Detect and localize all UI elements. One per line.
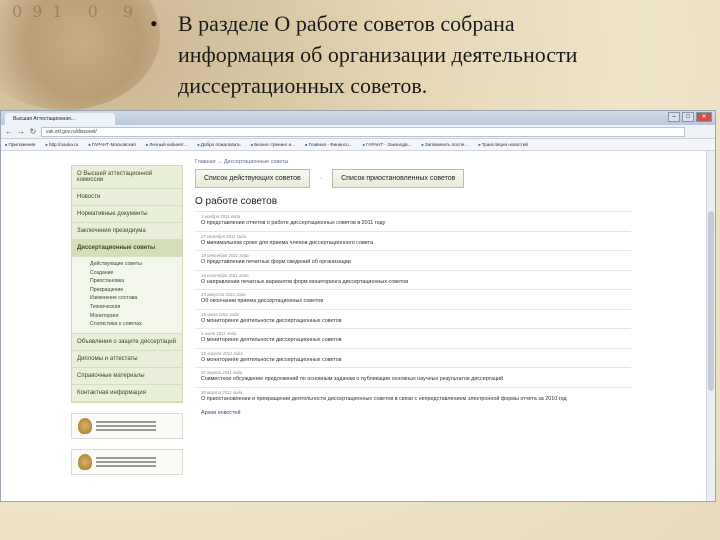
browser-tab[interactable]: Высшая Аттестационная... [5, 113, 115, 125]
bookmark-item[interactable]: ГАРАНТ - Законода... [363, 142, 411, 147]
address-bar[interactable]: vak.ed.gov.ru/dissovet/ [41, 126, 685, 137]
sidebar-subitem[interactable]: Статистика о советах [90, 320, 182, 329]
sidebar-item-contacts[interactable]: Контактная информация [72, 385, 182, 402]
tab-active-councils[interactable]: Список действующих советов [195, 169, 310, 188]
close-icon[interactable]: ✕ [696, 112, 712, 122]
slide-line-2: информация об организации деятельности [178, 42, 578, 67]
news-title-link[interactable]: О представлении отчетов о работе диссерт… [201, 220, 631, 228]
bookmarks-bar: Приложения http://nauka.ru ГАРАНТ-Москов… [1, 139, 715, 151]
site-content: О Высшей аттестационной комиссии Новости… [71, 155, 631, 501]
emblem-icon [78, 417, 92, 434]
background-clock-numbers: 091 0 9 [12, 2, 144, 21]
bookmark-item[interactable]: Добро пожаловать [197, 142, 241, 147]
news-title-link[interactable]: О мониторинге деятельности диссертационн… [201, 318, 631, 326]
sidebar-item-references[interactable]: Справочные материалы [72, 368, 182, 385]
sidebar-subitem[interactable]: Приостановка [90, 277, 182, 286]
sidebar-item-councils[interactable]: Диссертационные советы [72, 240, 182, 257]
ministry-logo[interactable] [71, 412, 183, 439]
reload-icon[interactable]: ↻ [29, 127, 37, 136]
bookmark-item[interactable]: Личный кабинет... [146, 142, 187, 147]
news-item: 15 августа 2011 года Об окончании приема … [195, 289, 631, 309]
news-title-link[interactable]: Совместное обсуждение предложений по осн… [201, 376, 631, 384]
news-title-link[interactable]: О приостановлении и прекращении деятельн… [201, 396, 631, 404]
news-item: 30 марта 2011 года О приостановлении и пр… [195, 386, 631, 407]
slide-line-1: В разделе О работе советов собрана [178, 11, 515, 36]
sidebar-submenu: Действующие советы Создание Приостановка… [72, 257, 182, 334]
news-title-link[interactable]: О мониторинге деятельности диссертационн… [201, 337, 631, 345]
sidebar: О Высшей аттестационной комиссии Новости… [71, 165, 183, 495]
emblem-icon [78, 453, 92, 470]
news-item: 15 сентября 2011 года О направлении печат… [195, 269, 631, 290]
sidebar-item-diplomas[interactable]: Дипломы и аттестаты [72, 351, 182, 368]
sidebar-item-documents[interactable]: Нормативные документы [72, 206, 182, 223]
main-content: Главная → Диссертационные советы Список … [195, 155, 631, 416]
news-item: 27 октября 2011 года О минимальном сроке … [195, 230, 631, 251]
news-title-link[interactable]: О мониторинге деятельности диссертационн… [201, 357, 631, 365]
tab-suspended-councils[interactable]: Список приостановленных советов [332, 169, 465, 188]
bookmark-item[interactable]: Бизнес-тренинг и... [251, 142, 295, 147]
back-icon[interactable]: ← [5, 127, 13, 136]
news-title-link[interactable]: О представлении печатных форм сведений о… [201, 259, 631, 267]
council-tabs: Список действующих советов · Список прио… [195, 169, 631, 188]
news-item: 15 апреля 2011 года О мониторинге деятель… [195, 347, 631, 368]
browser-window: Высшая Аттестационная... – □ ✕ ← → ↻ vak… [0, 110, 716, 502]
sidebar-item-about[interactable]: О Высшей аттестационной комиссии [72, 166, 182, 189]
bookmark-item[interactable]: Трансляция новостей [478, 142, 528, 147]
bookmark-item[interactable]: http://nauka.ru [45, 142, 78, 147]
minimize-icon[interactable]: – [668, 112, 680, 122]
partner-logo[interactable] [71, 448, 183, 475]
window-controls: – □ ✕ [668, 112, 712, 122]
tab-separator: · [319, 175, 323, 182]
sidebar-subitem[interactable]: Мониторинг [90, 312, 182, 321]
bullet-icon: • [150, 11, 158, 36]
news-title-link[interactable]: Об окончании приема диссертационных сове… [201, 298, 631, 306]
sidebar-item-conclusions[interactable]: Заключения президиума [72, 223, 182, 240]
sidebar-subitem[interactable]: Изменение состава [90, 294, 182, 303]
sidebar-menu: О Высшей аттестационной комиссии Новости… [71, 165, 183, 403]
sidebar-subitem[interactable]: Техническая [90, 303, 182, 312]
slide-text: • В разделе О работе советов собрана инф… [150, 8, 710, 101]
news-item: 31 марта 2011 года Совместное обсуждение … [195, 367, 631, 387]
bookmark-item[interactable]: Запоминать после... [421, 142, 468, 147]
slide-line-3: диссертационных советов. [178, 73, 428, 98]
sidebar-item-announcements[interactable]: Объявления о защите диссертаций [72, 334, 182, 351]
news-title-link[interactable]: О минимальном сроке для приема членов ди… [201, 240, 631, 248]
browser-titlebar: Высшая Аттестационная... – □ ✕ [1, 111, 715, 125]
browser-navbar: ← → ↻ vak.ed.gov.ru/dissovet/ [1, 125, 715, 139]
forward-icon[interactable]: → [17, 127, 25, 136]
breadcrumb[interactable]: Главная → Диссертационные советы [195, 159, 631, 165]
news-item: 3 ноября 2011 года О представлении отчето… [195, 211, 631, 231]
sidebar-subitem[interactable]: Прекращение [90, 286, 182, 295]
bookmark-item[interactable]: ГАРАНТ-Московская [88, 142, 136, 147]
news-item: 1 июля 2011 года О мониторинге деятельнос… [195, 328, 631, 348]
news-item: 15 июля 2011 года О мониторинге деятельно… [195, 308, 631, 329]
news-item: 19 сентября 2011 года О представлении печ… [195, 250, 631, 270]
scrollbar[interactable] [706, 151, 715, 501]
page-title: О работе советов [195, 196, 278, 207]
bookmark-item[interactable]: Приложения [5, 142, 36, 147]
maximize-icon[interactable]: □ [682, 112, 694, 122]
scrollbar-thumb[interactable] [708, 211, 714, 391]
news-archive-link[interactable]: Архив новостей [195, 410, 631, 416]
sidebar-item-news[interactable]: Новости [72, 189, 182, 206]
sidebar-subitem[interactable]: Создание [90, 269, 182, 278]
bookmark-item[interactable]: Главная - Финансо... [305, 142, 353, 147]
news-title-link[interactable]: О направлении печатных вариантов форм мо… [201, 279, 631, 287]
sidebar-subitem[interactable]: Действующие советы [90, 260, 182, 269]
